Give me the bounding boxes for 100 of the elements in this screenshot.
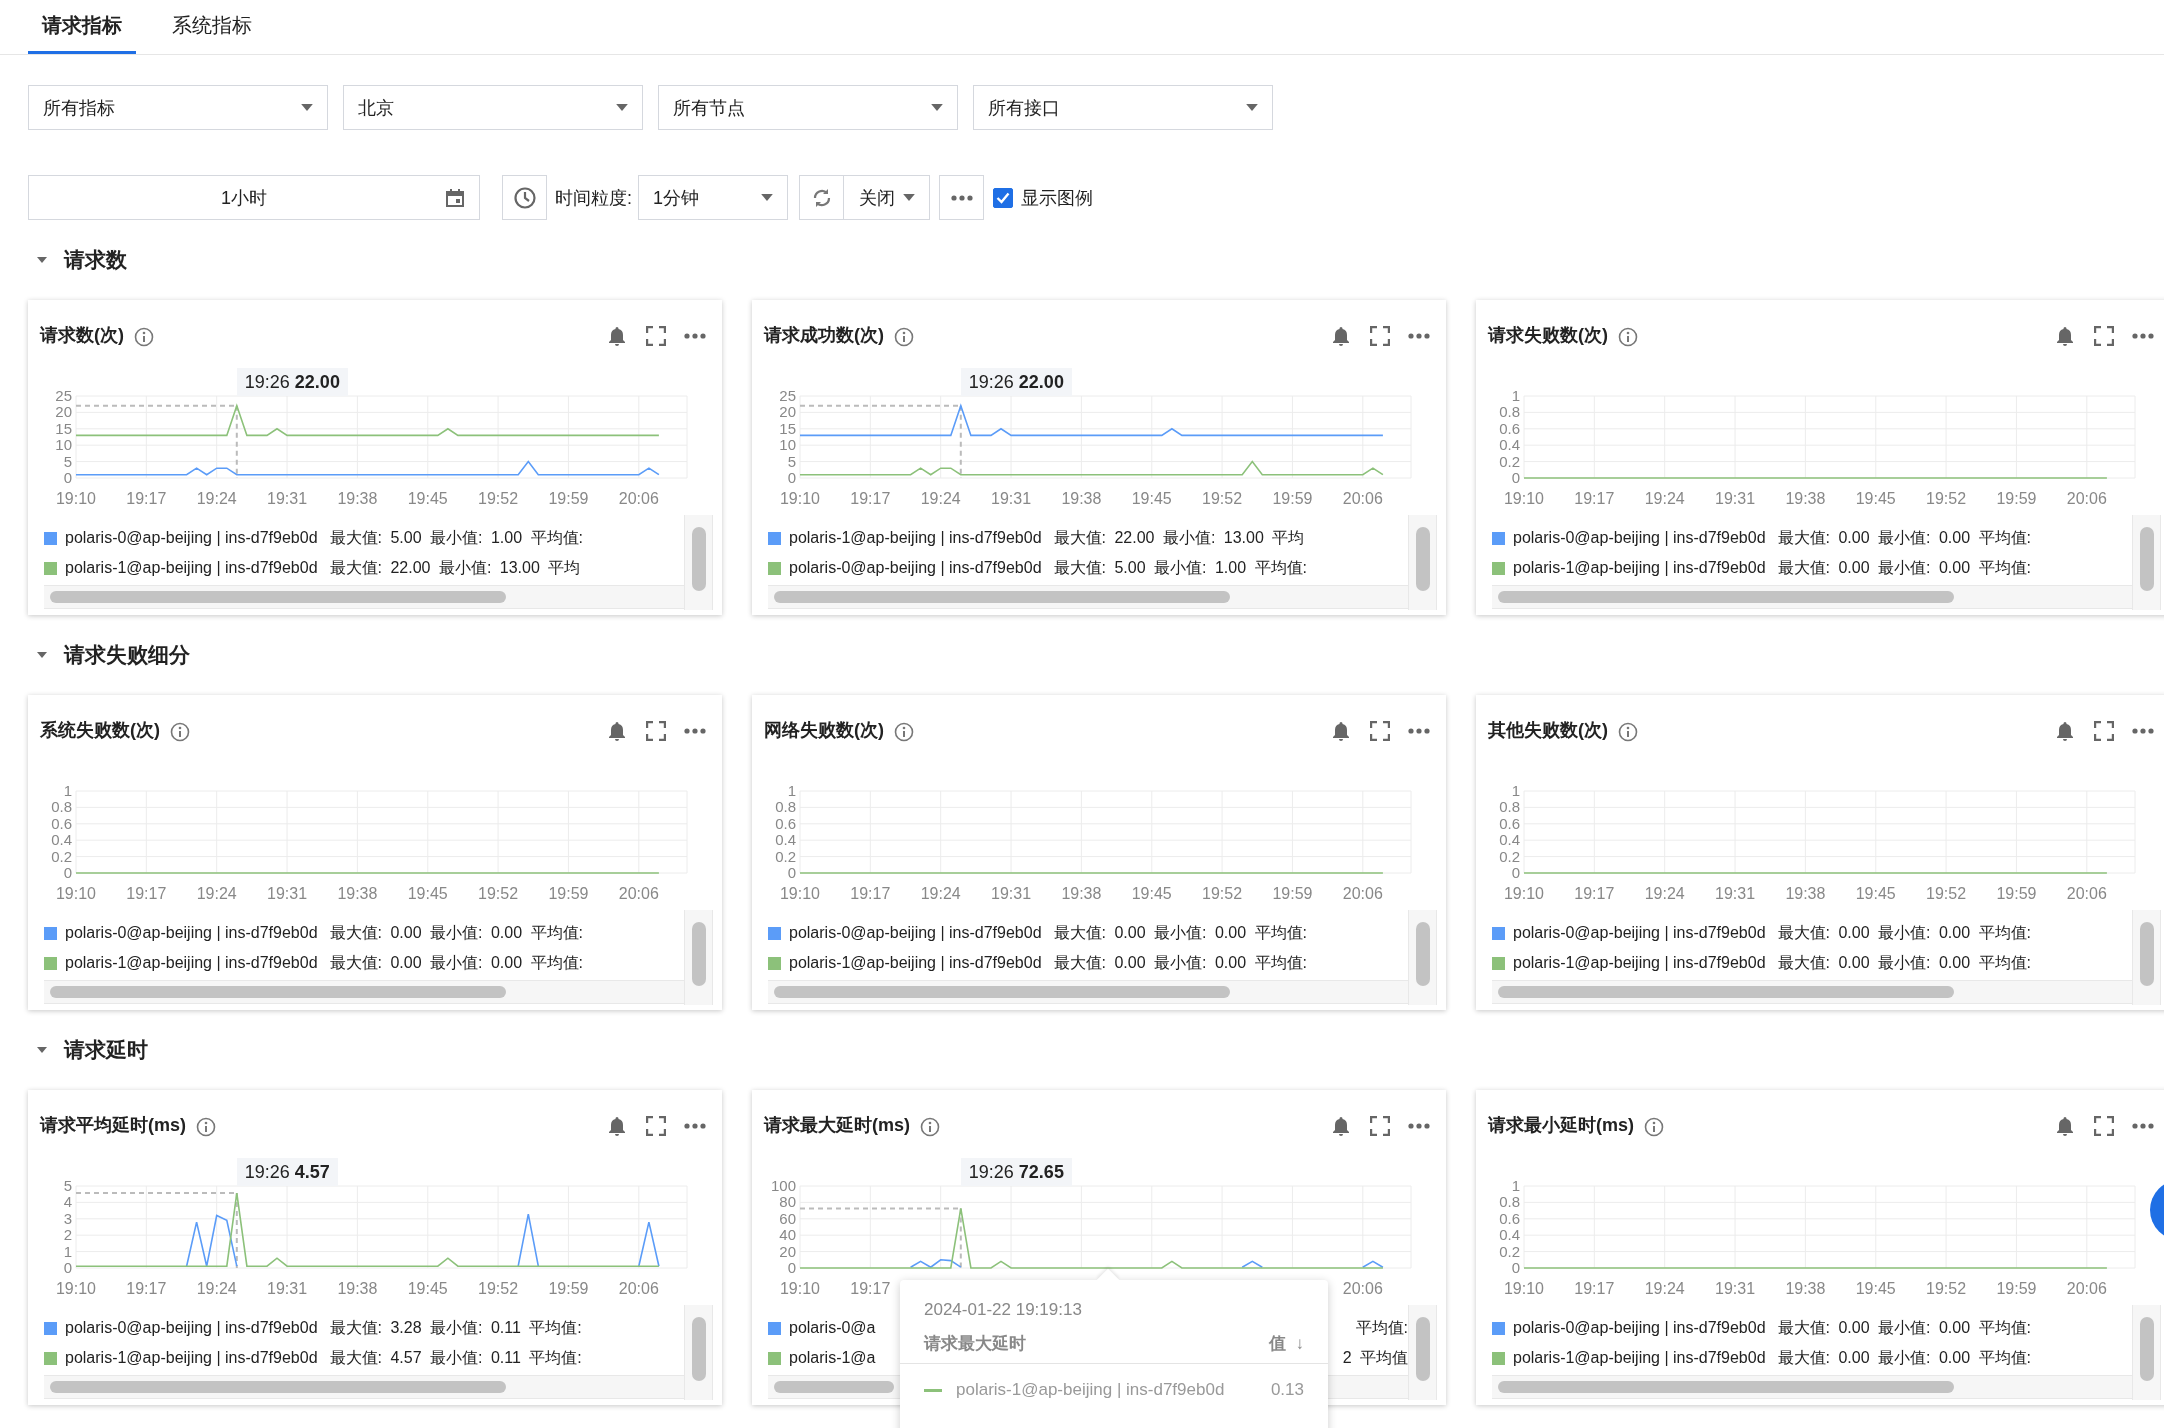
fullscreen-icon[interactable] (2094, 1116, 2114, 1136)
legend-label[interactable]: polaris-0@ap-beijing | ins-d7f9eb0d (1513, 1319, 1766, 1337)
filter-select[interactable]: 所有指标 (28, 85, 328, 130)
bell-icon[interactable] (606, 325, 628, 347)
tab[interactable]: 系统指标 (158, 0, 266, 54)
scrollbar-thumb[interactable] (1498, 591, 1955, 603)
scrollbar-thumb[interactable] (691, 527, 706, 591)
legend-label[interactable]: polaris-1@ap-beijing | ins-d7f9eb0d (789, 529, 1042, 547)
more-icon[interactable] (2132, 1123, 2154, 1129)
legend-label[interactable]: polaris-1@a (789, 1349, 876, 1367)
section-title[interactable]: 请求延时 (64, 1036, 148, 1064)
info-icon[interactable] (1618, 327, 1638, 347)
info-icon[interactable] (1618, 722, 1638, 742)
legend-label[interactable]: polaris-1@ap-beijing | ins-d7f9eb0d (789, 954, 1042, 972)
bell-icon[interactable] (2054, 325, 2076, 347)
scrollbar[interactable] (2132, 1305, 2161, 1400)
scrollbar[interactable] (1408, 1305, 1437, 1400)
legend-label[interactable]: polaris-0@ap-beijing | ins-d7f9eb0d (1513, 529, 1766, 547)
legend-label[interactable]: polaris-1@ap-beijing | ins-d7f9eb0d (1513, 1349, 1766, 1367)
refresh-select[interactable]: 关闭 (844, 175, 930, 220)
scrollbar-thumb[interactable] (1415, 922, 1430, 986)
info-icon[interactable] (134, 327, 154, 347)
scrollbar[interactable] (768, 585, 1408, 609)
bell-icon[interactable] (1330, 325, 1352, 347)
scrollbar-thumb[interactable] (1415, 1317, 1430, 1381)
fullscreen-icon[interactable] (1370, 1116, 1390, 1136)
more-icon[interactable] (2132, 333, 2154, 339)
granularity-select[interactable]: 1分钟 (638, 175, 788, 220)
scrollbar-thumb[interactable] (2139, 1317, 2154, 1381)
info-icon[interactable] (196, 1117, 216, 1137)
checkbox-label[interactable]: 显示图例 (1021, 185, 1093, 210)
tab[interactable]: 请求指标 (28, 0, 136, 54)
info-icon[interactable] (1644, 1117, 1664, 1137)
scrollbar-thumb[interactable] (774, 986, 1231, 998)
scrollbar-thumb[interactable] (1415, 527, 1430, 591)
scrollbar-thumb[interactable] (2139, 922, 2154, 986)
legend-label[interactable]: polaris-0@ap-beijing | ins-d7f9eb0d (789, 924, 1042, 942)
checkbox[interactable] (993, 187, 1013, 208)
scrollbar[interactable] (1408, 910, 1437, 1005)
sort-icon[interactable]: ↓ (1295, 1332, 1304, 1356)
scrollbar-thumb[interactable] (691, 1317, 706, 1381)
legend-label[interactable]: polaris-0@ap-beijing | ins-d7f9eb0d (789, 559, 1042, 577)
scrollbar[interactable] (44, 1375, 684, 1399)
more-icon[interactable] (1408, 1123, 1430, 1129)
legend-label[interactable]: polaris-1@ap-beijing | ins-d7f9eb0d (65, 559, 318, 577)
scrollbar-thumb[interactable] (1498, 986, 1955, 998)
scrollbar[interactable] (684, 910, 713, 1005)
fullscreen-icon[interactable] (646, 1116, 666, 1136)
scrollbar[interactable] (1492, 980, 2132, 1004)
fullscreen-icon[interactable] (1370, 326, 1390, 346)
scrollbar[interactable] (44, 980, 684, 1004)
column-header[interactable]: 值 (1268, 1332, 1286, 1356)
bell-icon[interactable] (1330, 1115, 1352, 1137)
legend-label[interactable]: polaris-1@ap-beijing | ins-d7f9eb0d (1513, 559, 1766, 577)
more-icon[interactable] (684, 333, 706, 339)
more-icon[interactable] (684, 728, 706, 734)
fullscreen-icon[interactable] (646, 721, 666, 741)
scrollbar[interactable] (44, 585, 684, 609)
more-button[interactable] (939, 175, 984, 220)
scrollbar-thumb[interactable] (50, 591, 507, 603)
bell-icon[interactable] (606, 1115, 628, 1137)
scrollbar[interactable] (1492, 1375, 2132, 1399)
filter-select[interactable]: 所有接口 (973, 85, 1273, 130)
section-title[interactable]: 请求数 (64, 246, 127, 274)
legend-label[interactable]: polaris-0@ap-beijing | ins-d7f9eb0d (65, 529, 318, 547)
filter-select[interactable]: 北京 (343, 85, 643, 130)
info-icon[interactable] (894, 722, 914, 742)
legend-label[interactable]: polaris-1@ap-beijing | ins-d7f9eb0d (65, 954, 318, 972)
scrollbar-thumb[interactable] (774, 591, 1231, 603)
info-icon[interactable] (170, 722, 190, 742)
more-icon[interactable] (1408, 728, 1430, 734)
fullscreen-icon[interactable] (1370, 721, 1390, 741)
legend-label[interactable]: polaris-1@ap-beijing | ins-d7f9eb0d (65, 1349, 318, 1367)
more-icon[interactable] (684, 1123, 706, 1129)
info-icon[interactable] (920, 1117, 940, 1137)
scrollbar-thumb[interactable] (2139, 527, 2154, 591)
legend-label[interactable]: polaris-0@ap-beijing | ins-d7f9eb0d (65, 924, 318, 942)
legend-label[interactable]: polaris-1@ap-beijing | ins-d7f9eb0d (1513, 954, 1766, 972)
scrollbar[interactable] (684, 515, 713, 610)
legend-label[interactable]: polaris-0@a (789, 1319, 876, 1337)
scrollbar[interactable] (2132, 515, 2161, 610)
fullscreen-icon[interactable] (2094, 326, 2114, 346)
scrollbar[interactable] (768, 980, 1408, 1004)
clock-button[interactable] (502, 175, 547, 220)
scrollbar-thumb[interactable] (691, 922, 706, 986)
scrollbar[interactable] (1408, 515, 1437, 610)
bell-icon[interactable] (1330, 720, 1352, 742)
scrollbar-thumb[interactable] (50, 986, 507, 998)
legend-label[interactable]: polaris-0@ap-beijing | ins-d7f9eb0d (65, 1319, 318, 1337)
scrollbar-thumb[interactable] (50, 1381, 507, 1393)
scrollbar-thumb[interactable] (1498, 1381, 1955, 1393)
filter-select[interactable]: 所有节点 (658, 85, 958, 130)
bell-icon[interactable] (606, 720, 628, 742)
time-range-field[interactable]: 1小时 (28, 175, 480, 220)
fullscreen-icon[interactable] (2094, 721, 2114, 741)
bell-icon[interactable] (2054, 720, 2076, 742)
refresh-button[interactable] (799, 175, 844, 220)
scrollbar[interactable] (1492, 585, 2132, 609)
info-icon[interactable] (894, 327, 914, 347)
section-title[interactable]: 请求失败细分 (64, 641, 190, 669)
